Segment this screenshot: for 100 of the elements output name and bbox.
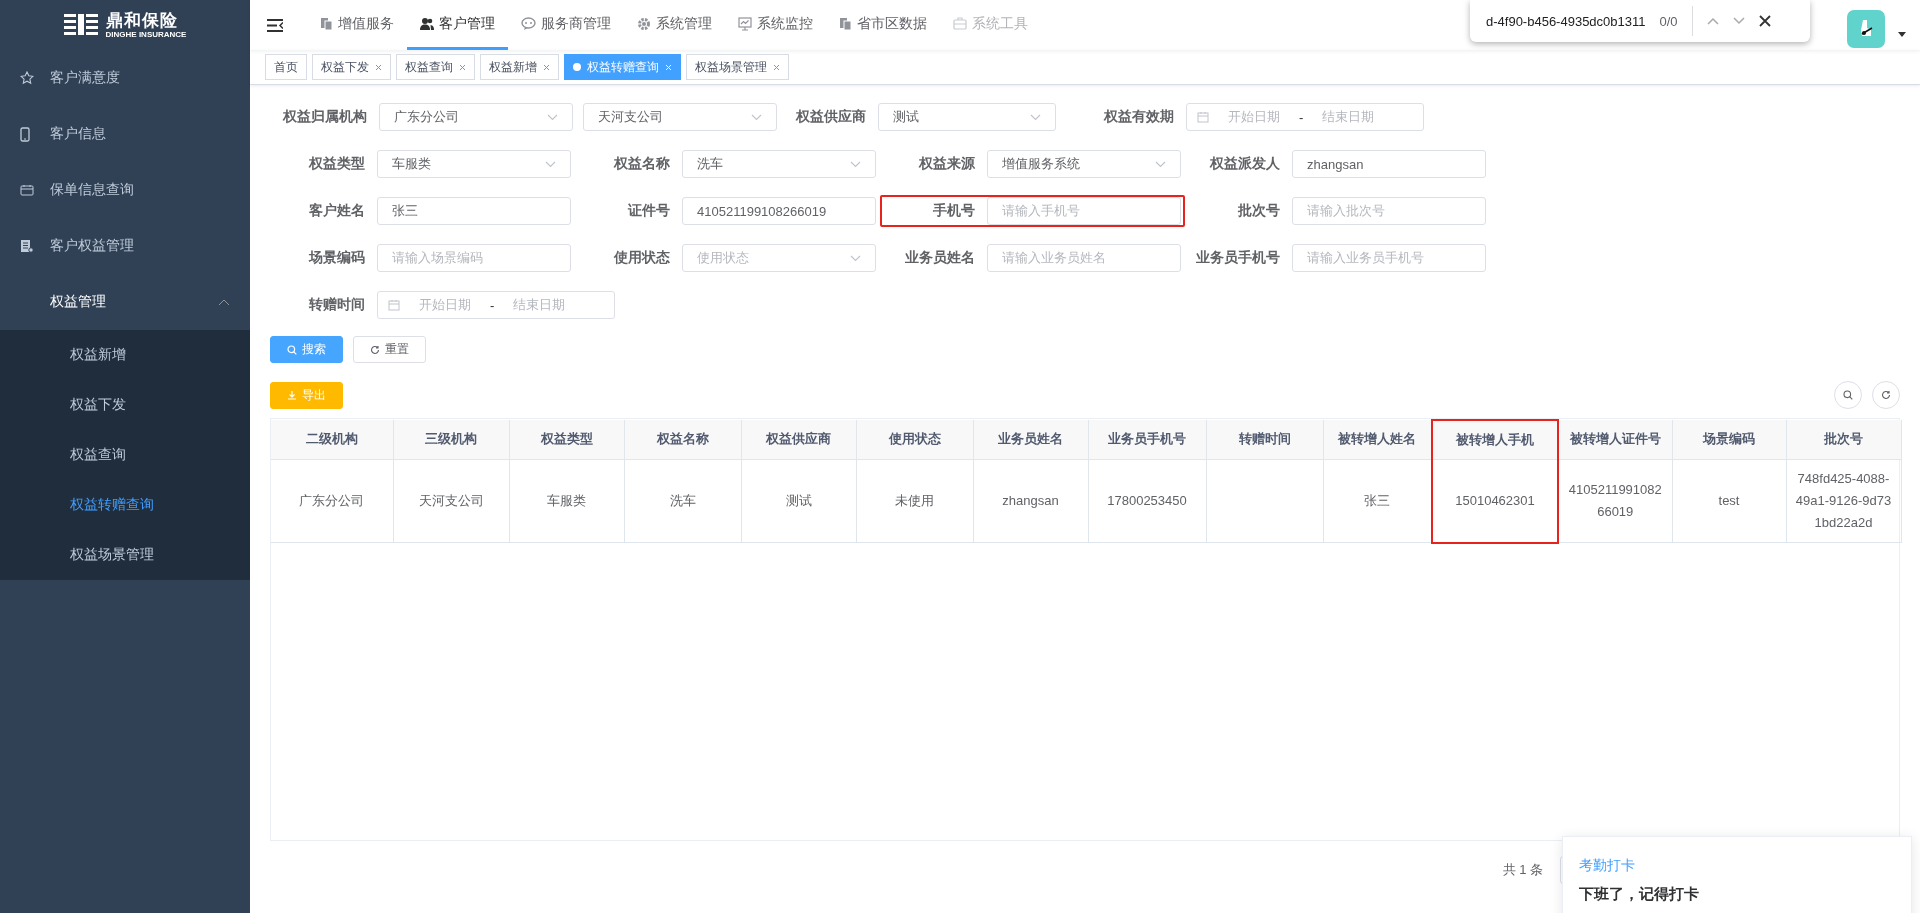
chevron-down-icon xyxy=(751,113,762,121)
column-header: 业务员姓名 xyxy=(973,420,1088,459)
nav-tab[interactable]: 系统监控 xyxy=(725,0,826,50)
reset-button[interactable]: 重置 xyxy=(353,336,426,363)
calendar-icon xyxy=(388,299,400,311)
documents-icon xyxy=(320,16,333,31)
table-cell: 张三 xyxy=(1364,492,1391,508)
column-header: 被转增人姓名 xyxy=(1323,420,1432,459)
calendar-icon xyxy=(20,184,34,196)
refresh-icon[interactable] xyxy=(1872,381,1900,409)
menu-icon[interactable] xyxy=(267,18,283,32)
phone-icon xyxy=(20,126,30,142)
notification-message: 下班了，记得打卡 xyxy=(1579,885,1700,904)
logo-subtitle: DINGHE INSURANCE xyxy=(105,30,187,39)
documents-icon xyxy=(839,16,852,31)
column-header: 二级机构 xyxy=(271,420,393,459)
download-icon xyxy=(287,390,297,400)
submenu-item[interactable]: 权益新增 xyxy=(0,330,250,380)
notification-title: 考勤打卡 xyxy=(1579,857,1636,875)
select-field[interactable]: 增值服务系统 xyxy=(987,150,1181,178)
input-field[interactable]: 张三 xyxy=(377,197,571,225)
total-count: 共 1 条 xyxy=(1502,861,1543,879)
dot-icon xyxy=(573,63,581,71)
nav-tab[interactable]: 客户管理 xyxy=(407,0,508,50)
input-field[interactable]: zhangsan xyxy=(1292,150,1486,178)
chevron-down-icon xyxy=(850,254,861,262)
chat-icon xyxy=(521,16,536,31)
submenu-item[interactable]: 权益场景管理 xyxy=(0,530,250,580)
table-cell: 车服类 xyxy=(547,492,586,508)
page-tab[interactable]: 权益下发 xyxy=(312,54,391,80)
menu-item[interactable]: 客户满意度 xyxy=(0,50,250,106)
field-label: 权益名称 xyxy=(613,155,670,173)
match-count: 0/0 xyxy=(1659,13,1678,29)
chevron-down-icon xyxy=(1155,160,1166,168)
avatar[interactable] xyxy=(1847,10,1885,48)
column-header: 场景编码 xyxy=(1672,420,1786,459)
menu-item[interactable]: 保单信息查询 xyxy=(0,162,250,218)
date-range-field[interactable]: 开始日期 - 结束日期 xyxy=(1186,103,1424,131)
field-label: 权益有效期 xyxy=(1103,108,1174,126)
table-cell: 未使用 xyxy=(895,492,934,508)
column-header: 权益类型 xyxy=(509,420,624,459)
nav-tab[interactable]: 系统管理 xyxy=(624,0,725,50)
field-label: 证件号 xyxy=(627,202,670,220)
chevron-down-icon xyxy=(850,160,861,168)
monitor-icon xyxy=(738,16,752,31)
column-header: 权益名称 xyxy=(624,420,741,459)
field-label: 业务员姓名 xyxy=(904,249,975,267)
chevron-down-icon xyxy=(1030,113,1041,121)
table-cell: test xyxy=(1718,492,1740,508)
field-label: 客户姓名 xyxy=(308,202,365,220)
nav-tab[interactable]: 增值服务 xyxy=(307,0,407,50)
column-header: 转赠时间 xyxy=(1206,420,1323,459)
select-field[interactable]: 洗车 xyxy=(682,150,876,178)
chevron-down-icon xyxy=(547,113,558,121)
table-cell: 15010462301 xyxy=(1455,492,1535,508)
search-icon[interactable] xyxy=(1834,381,1862,409)
table-cell: 748fd425-4088-49a1-9126-9d731bd22a2d xyxy=(1795,470,1892,530)
select-field[interactable]: 天河支公司 xyxy=(583,103,777,131)
field-label: 权益归属机构 xyxy=(282,108,367,126)
field-label: 使用状态 xyxy=(613,249,670,267)
submenu-item[interactable]: 权益查询 xyxy=(0,430,250,480)
people-icon xyxy=(420,16,434,31)
calendar-icon xyxy=(1197,111,1209,123)
page-tab[interactable]: 首页 xyxy=(265,54,307,80)
chevron-down-icon[interactable] xyxy=(1732,17,1745,25)
select-field[interactable]: 车服类 xyxy=(377,150,571,178)
column-header: 批次号 xyxy=(1786,420,1901,459)
chevron-icon xyxy=(218,298,230,306)
menu-item[interactable]: 权益管理 xyxy=(0,274,250,330)
column-header: 被转增人手机 xyxy=(1432,420,1558,459)
menu-item[interactable]: 客户权益管理 xyxy=(0,218,250,274)
table-cell: 410521199108266019 xyxy=(1568,481,1662,519)
page-tab[interactable]: 权益新增 xyxy=(480,54,559,80)
select-field[interactable]: 测试 xyxy=(878,103,1056,131)
table-cell: 天河支公司 xyxy=(418,492,484,508)
column-header: 权益供应商 xyxy=(741,420,856,459)
page-tab[interactable]: 权益场景管理 xyxy=(686,54,789,80)
table-cell: 洗车 xyxy=(669,492,696,508)
date-range-field[interactable]: 开始日期 - 结束日期 xyxy=(377,291,615,319)
field-label: 转赠时间 xyxy=(308,296,365,314)
field-label: 手机号 xyxy=(932,202,975,220)
field-label: 权益派发人 xyxy=(1209,155,1280,173)
select-field[interactable]: 广东分公司 xyxy=(379,103,573,131)
column-header: 被转增人证件号 xyxy=(1558,420,1672,459)
menu-item[interactable]: 客户信息 xyxy=(0,106,250,162)
close-icon[interactable] xyxy=(1758,15,1771,27)
nav-tab[interactable]: 省市区数据 xyxy=(826,0,940,50)
nav-tab[interactable]: 服务商管理 xyxy=(508,0,624,50)
table-cell: zhangsan xyxy=(1002,492,1059,508)
input-field[interactable]: 410521199108266019 xyxy=(682,197,876,225)
submenu-item[interactable]: 权益下发 xyxy=(0,380,250,430)
logo-icon xyxy=(63,12,100,38)
field-label: 批次号 xyxy=(1237,202,1280,220)
page-tab[interactable]: 权益查询 xyxy=(396,54,475,80)
refresh-icon xyxy=(370,344,380,355)
chevron-down-icon xyxy=(545,160,556,168)
find-query[interactable]: d-4f90-b456-4935dc0b1311 xyxy=(1486,13,1646,29)
caret-icon[interactable] xyxy=(1898,32,1906,37)
chevron-up-icon[interactable] xyxy=(1706,17,1719,25)
submenu-item[interactable]: 权益转赠查询 xyxy=(0,480,250,530)
